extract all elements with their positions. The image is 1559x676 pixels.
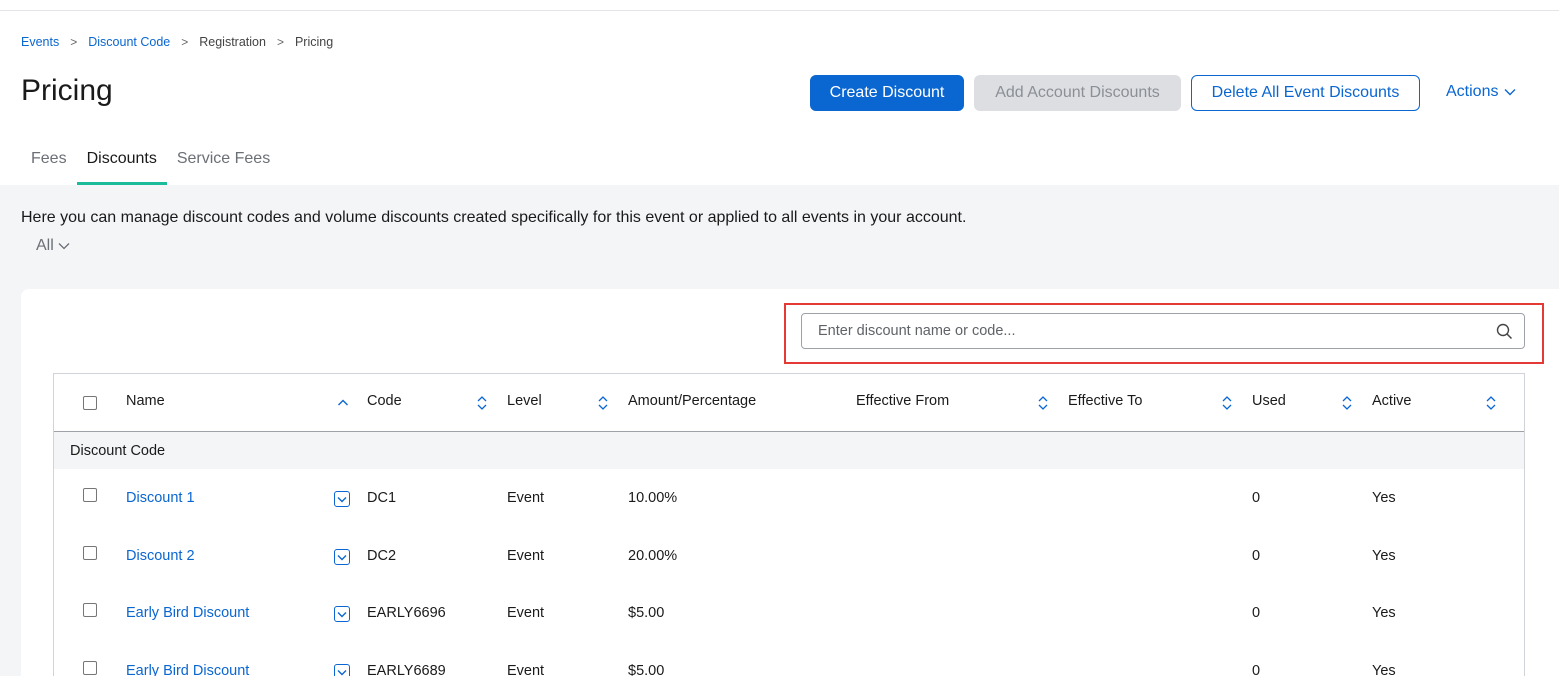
filter-dropdown[interactable]: All	[36, 237, 70, 255]
breadcrumb-pricing: Pricing	[294, 35, 334, 49]
discount-level: Event	[507, 605, 545, 621]
row-checkbox[interactable]	[83, 546, 97, 560]
table-row: Discount 2 DC2 Event 20.00% 0 Yes	[54, 527, 1524, 585]
discount-used: 0	[1252, 605, 1261, 621]
row-checkbox[interactable]	[83, 603, 97, 617]
discount-level: Event	[507, 548, 545, 564]
discount-code: DC1	[367, 490, 397, 506]
table-row: Early Bird Discount EARLY6689 Event $5.0…	[54, 642, 1524, 676]
discount-name-link[interactable]: Early Bird Discount	[126, 605, 249, 621]
discount-amount: 20.00%	[628, 548, 678, 564]
expand-icon[interactable]	[334, 664, 350, 676]
actions-menu[interactable]: Actions	[1446, 83, 1516, 101]
discount-code: DC2	[367, 548, 397, 564]
discount-used: 0	[1252, 548, 1261, 564]
column-header-level[interactable]: Level	[507, 393, 542, 409]
column-header-active[interactable]: Active	[1372, 393, 1412, 409]
sort-icon[interactable]	[1485, 395, 1497, 411]
expand-icon[interactable]	[334, 606, 350, 622]
chevron-down-icon	[58, 243, 70, 250]
tab-discounts[interactable]: Discounts	[76, 148, 167, 185]
discount-used: 0	[1252, 490, 1261, 506]
sort-icon[interactable]	[1221, 395, 1233, 411]
column-header-name[interactable]: Name	[126, 393, 165, 409]
search-box	[801, 313, 1525, 349]
discount-name-link[interactable]: Discount 2	[126, 548, 195, 564]
add-account-discounts-button: Add Account Discounts	[974, 75, 1181, 111]
sort-icon[interactable]	[476, 395, 488, 411]
breadcrumb: Events > Discount Code > Registration > …	[21, 35, 333, 49]
chevron-down-icon	[1504, 89, 1516, 96]
table-row: Early Bird Discount EARLY6696 Event $5.0…	[54, 584, 1524, 642]
breadcrumb-separator: >	[276, 35, 284, 49]
table-header: Name Code Level Amount/Percentage Effect…	[54, 374, 1524, 432]
discount-name-link[interactable]: Discount 1	[126, 490, 195, 506]
intro-text: Here you can manage discount codes and v…	[21, 209, 967, 226]
discount-amount: 10.00%	[628, 490, 678, 506]
discount-active: Yes	[1372, 548, 1396, 564]
discount-level: Event	[507, 663, 545, 676]
filter-selected: All	[36, 237, 54, 254]
row-checkbox[interactable]	[83, 488, 97, 502]
group-header-discount-code: Discount Code	[54, 432, 1524, 469]
breadcrumb-separator: >	[70, 35, 78, 49]
sort-icon[interactable]	[597, 395, 609, 411]
group-label: Discount Code	[70, 443, 166, 459]
discounts-table: Name Code Level Amount/Percentage Effect…	[53, 373, 1525, 676]
breadcrumb-events[interactable]: Events	[21, 35, 59, 49]
sort-ascending-icon[interactable]	[337, 395, 349, 411]
tab-service-fees[interactable]: Service Fees	[167, 148, 280, 185]
discount-code: EARLY6689	[367, 663, 446, 676]
discount-used: 0	[1252, 663, 1261, 676]
row-checkbox[interactable]	[83, 661, 97, 675]
discount-amount: $5.00	[628, 663, 665, 676]
tab-bar: Fees Discounts Service Fees	[21, 148, 280, 185]
actions-label: Actions	[1446, 83, 1499, 100]
top-divider	[0, 10, 1559, 11]
expand-icon[interactable]	[334, 549, 350, 565]
column-header-used[interactable]: Used	[1252, 393, 1286, 409]
delete-all-event-discounts-button[interactable]: Delete All Event Discounts	[1191, 75, 1420, 111]
breadcrumb-registration: Registration	[199, 35, 266, 49]
discount-code: EARLY6696	[367, 605, 446, 621]
breadcrumb-discount-code[interactable]: Discount Code	[88, 35, 170, 49]
sort-icon[interactable]	[1037, 395, 1049, 411]
discount-level: Event	[507, 490, 545, 506]
expand-icon[interactable]	[334, 491, 350, 507]
breadcrumb-separator: >	[181, 35, 189, 49]
search-input[interactable]	[802, 314, 1484, 348]
discount-active: Yes	[1372, 605, 1396, 621]
column-header-effective-to[interactable]: Effective To	[1068, 393, 1142, 409]
column-header-amount: Amount/Percentage	[628, 393, 757, 409]
page-title: Pricing	[21, 74, 113, 107]
table-row: Discount 1 DC1 Event 10.00% 0 Yes	[54, 469, 1524, 527]
search-icon[interactable]	[1484, 323, 1524, 340]
select-all-checkbox[interactable]	[83, 396, 97, 410]
discount-active: Yes	[1372, 663, 1396, 676]
create-discount-button[interactable]: Create Discount	[810, 75, 964, 111]
discount-name-link[interactable]: Early Bird Discount	[126, 663, 249, 676]
column-header-effective-from[interactable]: Effective From	[856, 393, 949, 409]
discount-amount: $5.00	[628, 605, 665, 621]
tab-fees[interactable]: Fees	[21, 148, 77, 185]
sort-icon[interactable]	[1341, 395, 1353, 411]
discount-active: Yes	[1372, 490, 1396, 506]
column-header-code[interactable]: Code	[367, 393, 402, 409]
